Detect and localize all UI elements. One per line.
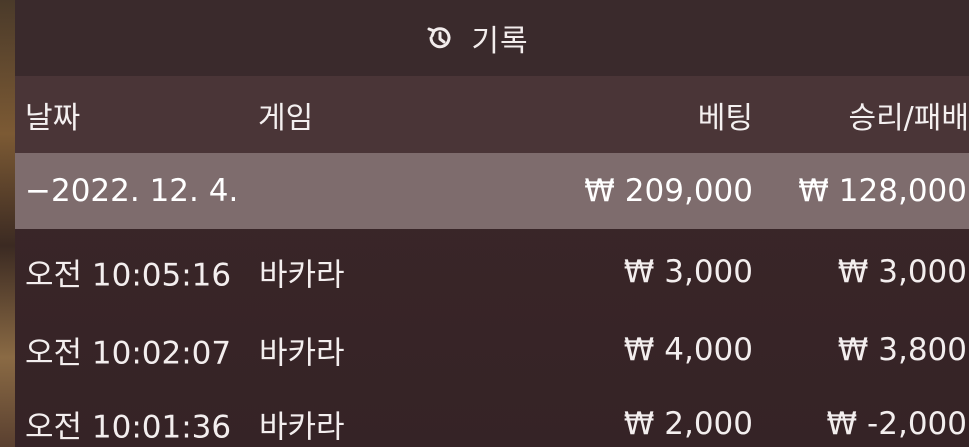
column-header-winloss: 승리/패배 (848, 100, 969, 136)
row-winloss: ₩ 3,000 (837, 254, 967, 290)
row-bet: ₩ 2,000 (623, 406, 753, 442)
table-row[interactable]: 오전 10:01:36 바카라 ₩ 2,000 ₩ -2,000 (15, 388, 969, 447)
date-group-label: −2022. 12. 4. (25, 173, 239, 209)
date-group-row[interactable]: −2022. 12. 4. ₩ 209,000 ₩ 128,000 (15, 153, 969, 229)
background-game-edge (0, 0, 16, 447)
date-group-winloss-total: ₩ 128,000 (798, 173, 967, 209)
row-game: 바카라 (259, 335, 345, 372)
history-screen: 기록 날짜 게임 베팅 승리/패배 −2022. 12. 4. ₩ 209,00… (0, 0, 969, 447)
row-time: 오전 10:01:36 (25, 409, 232, 446)
title-bar: 기록 (15, 0, 969, 76)
history-icon (425, 23, 455, 53)
row-bet: ₩ 4,000 (623, 332, 753, 368)
column-header-date: 날짜 (25, 100, 81, 136)
row-game: 바카라 (259, 257, 345, 294)
page-title: 기록 (471, 24, 529, 59)
row-time: 오전 10:02:07 (25, 335, 232, 372)
table-row[interactable]: 오전 10:05:16 바카라 ₩ 3,000 ₩ 3,000 (15, 236, 969, 308)
column-header-bet: 베팅 (697, 100, 753, 136)
row-winloss: ₩ 3,800 (837, 332, 967, 368)
row-game: 바카라 (259, 409, 345, 446)
row-winloss: ₩ -2,000 (826, 406, 967, 442)
row-time: 오전 10:05:16 (25, 257, 232, 294)
column-header-game: 게임 (258, 100, 314, 136)
row-bet: ₩ 3,000 (623, 254, 753, 290)
date-group-bet-total: ₩ 209,000 (584, 173, 753, 209)
table-header: 날짜 게임 베팅 승리/패배 (15, 76, 969, 153)
table-row[interactable]: 오전 10:02:07 바카라 ₩ 4,000 ₩ 3,800 (15, 314, 969, 386)
